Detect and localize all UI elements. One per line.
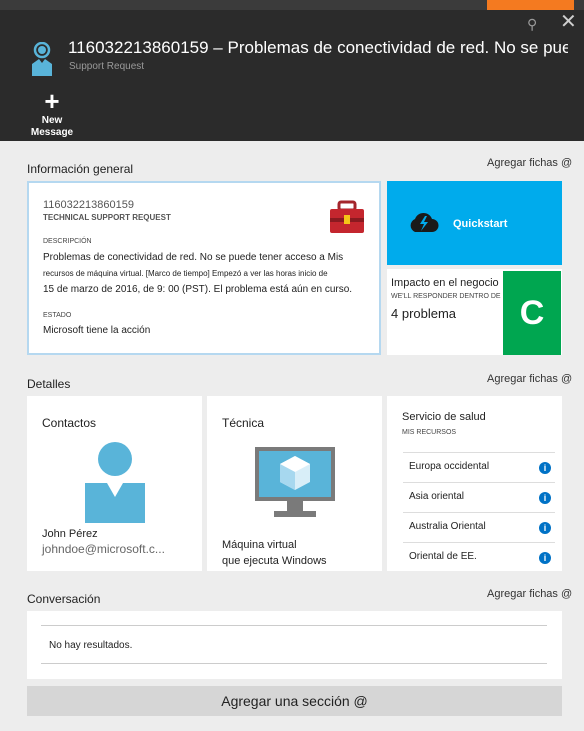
cloud-lightning-icon xyxy=(410,212,439,232)
info-icon[interactable]: i xyxy=(539,462,551,474)
divider xyxy=(41,625,547,626)
list-item[interactable]: Oriental de EE. i xyxy=(403,542,555,571)
region-label: Asia oriental xyxy=(409,491,465,502)
info-icon[interactable]: i xyxy=(539,492,551,504)
impact-value: 4 problema xyxy=(391,306,457,321)
request-type: TECHNICAL SUPPORT REQUEST xyxy=(43,213,171,222)
list-item[interactable]: Europa occidental i xyxy=(403,452,555,482)
list-item[interactable]: Asia oriental i xyxy=(403,482,555,512)
page-title: 116032213860159 – Problemas de conectivi… xyxy=(68,38,568,58)
empty-results-text: No hay resultados. xyxy=(49,640,133,651)
divider xyxy=(41,663,547,664)
contact-name: John Pérez xyxy=(42,528,98,540)
technical-line-2: que ejecuta Windows xyxy=(222,555,327,567)
quickstart-tile[interactable]: Quickstart xyxy=(387,181,562,265)
add-section-button[interactable]: Agregar una sección @ xyxy=(27,686,562,716)
service-health-tile[interactable]: Servicio de salud MIS RECURSOS Europa oc… xyxy=(387,396,562,571)
toolbox-icon xyxy=(330,200,364,233)
service-health-subtitle: MIS RECURSOS xyxy=(402,429,457,436)
technical-title: Técnica xyxy=(222,416,265,430)
section-title-details: Detalles xyxy=(27,377,71,391)
blade-header: ⚲ ✕ 116032213860159 – Problemas de conec… xyxy=(0,10,584,141)
new-message-label-line2: Message xyxy=(30,127,74,138)
add-tiles-link-general[interactable]: Agregar fichas @ xyxy=(487,157,572,169)
health-region-list: Europa occidental i Asia oriental i Aust… xyxy=(403,452,555,571)
region-label: Europa occidental xyxy=(409,461,490,472)
add-tiles-link-details[interactable]: Agregar fichas @ xyxy=(487,373,572,385)
active-indicator-tab[interactable] xyxy=(487,0,574,10)
new-message-button[interactable]: + New Message xyxy=(28,86,76,139)
close-icon[interactable]: ✕ xyxy=(560,12,578,32)
section-title-conversation: Conversación xyxy=(27,592,101,606)
description-label: DESCRIPCIÓN xyxy=(43,238,92,245)
request-id: 116032213860159 xyxy=(43,199,134,211)
section-title-general: Información general xyxy=(27,162,134,176)
conversation-panel: No hay resultados. xyxy=(27,611,562,679)
add-tiles-link-conversation[interactable]: Agregar fichas @ xyxy=(487,588,572,600)
quickstart-label: Quickstart xyxy=(453,218,508,230)
state-label: ESTADO xyxy=(43,312,72,319)
region-label: Oriental de EE. xyxy=(409,551,477,562)
new-message-label-line1: New xyxy=(41,115,63,126)
info-icon[interactable]: i xyxy=(539,552,551,564)
contact-person-icon xyxy=(85,442,145,523)
technical-tile[interactable]: Técnica Máquina virtual que ejecuta Wind… xyxy=(207,396,382,571)
contact-email: johndoe@microsoft.c... xyxy=(42,542,165,556)
virtual-machine-icon xyxy=(255,447,335,517)
list-item[interactable]: Australia Oriental i xyxy=(403,512,555,542)
page-subtitle: Support Request xyxy=(69,61,145,72)
impact-title: Impacto en el negocio xyxy=(391,277,499,289)
service-health-title: Servicio de salud xyxy=(402,411,486,423)
description-line-1: Problemas de conectividad de red. No se … xyxy=(43,252,344,263)
description-line-2: recursos de máquina virtual. [Marco de t… xyxy=(43,269,328,278)
plus-icon: + xyxy=(44,86,60,116)
contacts-title: Contactos xyxy=(42,416,97,430)
impact-respond-label: WE'LL RESPONDER DENTRO DE xyxy=(391,293,501,300)
business-impact-tile[interactable]: Impacto en el negocio WE'LL RESPONDER DE… xyxy=(387,269,562,355)
contacts-tile[interactable]: Contactos John Pérez johndoe@microsoft.c… xyxy=(27,396,202,571)
pin-icon[interactable]: ⚲ xyxy=(527,16,543,32)
severity-badge: C xyxy=(503,271,561,355)
region-label: Australia Oriental xyxy=(409,521,486,532)
description-line-3: 15 de marzo de 2016, de 9: 00 (PST). El … xyxy=(43,284,353,295)
state-value: Microsoft tiene la acción xyxy=(43,325,151,336)
technical-description: Máquina virtual que ejecuta Windows xyxy=(222,537,327,569)
request-id-title: 116032213860159 xyxy=(68,38,209,57)
info-icon[interactable]: i xyxy=(539,522,551,534)
request-summary-tile[interactable]: 116032213860159 TECHNICAL SUPPORT REQUES… xyxy=(27,181,381,355)
technical-line-1: Máquina virtual xyxy=(222,539,297,551)
description-text: Problemas de conectividad de red. No se … xyxy=(43,250,379,298)
request-title-text: Problemas de conectividad de red. No se … xyxy=(227,38,568,57)
support-request-icon xyxy=(32,42,52,76)
